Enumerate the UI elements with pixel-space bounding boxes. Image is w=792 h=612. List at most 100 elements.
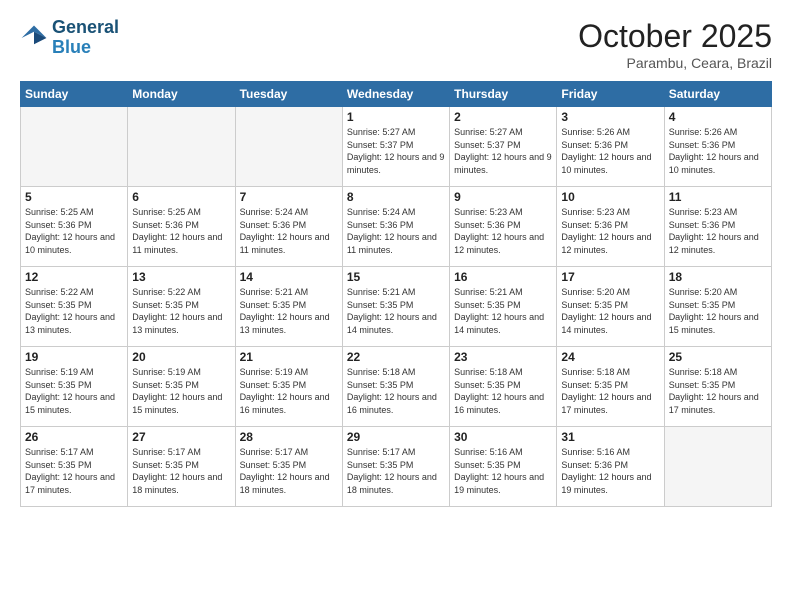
- calendar-cell: 3 Sunrise: 5:26 AMSunset: 5:36 PMDaylight…: [557, 107, 664, 187]
- day-number: 23: [454, 350, 552, 364]
- weekday-header-row: SundayMondayTuesdayWednesdayThursdayFrid…: [21, 82, 772, 107]
- logo-text: General Blue: [52, 18, 119, 58]
- day-number: 18: [669, 270, 767, 284]
- calendar-cell: [235, 107, 342, 187]
- day-number: 21: [240, 350, 338, 364]
- day-number: 15: [347, 270, 445, 284]
- cell-info: Sunrise: 5:18 AMSunset: 5:35 PMDaylight:…: [669, 366, 767, 416]
- weekday-header-saturday: Saturday: [664, 82, 771, 107]
- cell-info: Sunrise: 5:20 AMSunset: 5:35 PMDaylight:…: [561, 286, 659, 336]
- calendar-cell: 25 Sunrise: 5:18 AMSunset: 5:35 PMDayligh…: [664, 347, 771, 427]
- weekday-header-thursday: Thursday: [450, 82, 557, 107]
- day-number: 26: [25, 430, 123, 444]
- cell-info: Sunrise: 5:22 AMSunset: 5:35 PMDaylight:…: [132, 286, 230, 336]
- calendar-cell: 5 Sunrise: 5:25 AMSunset: 5:36 PMDaylight…: [21, 187, 128, 267]
- calendar-cell: 26 Sunrise: 5:17 AMSunset: 5:35 PMDayligh…: [21, 427, 128, 507]
- calendar-cell: 30Sunrise: 5:16 AMSunset: 5:35 PMDayligh…: [450, 427, 557, 507]
- calendar-cell: 12 Sunrise: 5:22 AMSunset: 5:35 PMDayligh…: [21, 267, 128, 347]
- day-number: 19: [25, 350, 123, 364]
- day-number: 17: [561, 270, 659, 284]
- calendar-week-5: 26 Sunrise: 5:17 AMSunset: 5:35 PMDayligh…: [21, 427, 772, 507]
- calendar-week-3: 12 Sunrise: 5:22 AMSunset: 5:35 PMDayligh…: [21, 267, 772, 347]
- day-number: 8: [347, 190, 445, 204]
- day-number: 2: [454, 110, 552, 124]
- cell-info: Sunrise: 5:16 AMSunset: 5:36 PMDaylight:…: [561, 446, 659, 496]
- cell-info: Sunrise: 5:26 AMSunset: 5:36 PMDaylight:…: [561, 126, 659, 176]
- cell-info: Sunrise: 5:19 AMSunset: 5:35 PMDaylight:…: [25, 366, 123, 416]
- day-number: 3: [561, 110, 659, 124]
- calendar-cell: 24Sunrise: 5:18 AMSunset: 5:35 PMDayligh…: [557, 347, 664, 427]
- cell-info: Sunrise: 5:21 AMSunset: 5:35 PMDaylight:…: [240, 286, 338, 336]
- calendar-cell: 20 Sunrise: 5:19 AMSunset: 5:35 PMDayligh…: [128, 347, 235, 427]
- calendar-cell: 21 Sunrise: 5:19 AMSunset: 5:35 PMDayligh…: [235, 347, 342, 427]
- logo-icon: [20, 24, 48, 52]
- day-number: 4: [669, 110, 767, 124]
- day-number: 13: [132, 270, 230, 284]
- day-number: 16: [454, 270, 552, 284]
- cell-info: Sunrise: 5:19 AMSunset: 5:35 PMDaylight:…: [240, 366, 338, 416]
- calendar-cell: 14Sunrise: 5:21 AMSunset: 5:35 PMDayligh…: [235, 267, 342, 347]
- day-number: 29: [347, 430, 445, 444]
- cell-info: Sunrise: 5:17 AMSunset: 5:35 PMDaylight:…: [240, 446, 338, 496]
- calendar-cell: 13 Sunrise: 5:22 AMSunset: 5:35 PMDayligh…: [128, 267, 235, 347]
- cell-info: Sunrise: 5:27 AMSunset: 5:37 PMDaylight:…: [454, 126, 552, 176]
- day-number: 5: [25, 190, 123, 204]
- weekday-header-friday: Friday: [557, 82, 664, 107]
- cell-info: Sunrise: 5:20 AMSunset: 5:35 PMDaylight:…: [669, 286, 767, 336]
- cell-info: Sunrise: 5:17 AMSunset: 5:35 PMDaylight:…: [132, 446, 230, 496]
- calendar-cell: 15 Sunrise: 5:21 AMSunset: 5:35 PMDayligh…: [342, 267, 449, 347]
- weekday-header-wednesday: Wednesday: [342, 82, 449, 107]
- day-number: 20: [132, 350, 230, 364]
- cell-info: Sunrise: 5:27 AMSunset: 5:37 PMDaylight:…: [347, 126, 445, 176]
- calendar-cell: 8 Sunrise: 5:24 AMSunset: 5:36 PMDaylight…: [342, 187, 449, 267]
- calendar-cell: 6Sunrise: 5:25 AMSunset: 5:36 PMDaylight…: [128, 187, 235, 267]
- calendar-cell: 16 Sunrise: 5:21 AMSunset: 5:35 PMDayligh…: [450, 267, 557, 347]
- day-number: 27: [132, 430, 230, 444]
- header: General Blue October 2025 Parambu, Ceara…: [20, 18, 772, 71]
- month-title: October 2025: [578, 18, 772, 55]
- calendar-cell: 23Sunrise: 5:18 AMSunset: 5:35 PMDayligh…: [450, 347, 557, 427]
- weekday-header-monday: Monday: [128, 82, 235, 107]
- weekday-header-tuesday: Tuesday: [235, 82, 342, 107]
- calendar-cell: [128, 107, 235, 187]
- cell-info: Sunrise: 5:25 AMSunset: 5:36 PMDaylight:…: [25, 206, 123, 256]
- calendar-cell: 1Sunrise: 5:27 AMSunset: 5:37 PMDaylight…: [342, 107, 449, 187]
- day-number: 22: [347, 350, 445, 364]
- cell-info: Sunrise: 5:25 AMSunset: 5:36 PMDaylight:…: [132, 206, 230, 256]
- day-number: 25: [669, 350, 767, 364]
- calendar-cell: 28 Sunrise: 5:17 AMSunset: 5:35 PMDayligh…: [235, 427, 342, 507]
- cell-info: Sunrise: 5:24 AMSunset: 5:36 PMDaylight:…: [347, 206, 445, 256]
- location: Parambu, Ceara, Brazil: [578, 55, 772, 71]
- calendar-cell: [664, 427, 771, 507]
- day-number: 11: [669, 190, 767, 204]
- cell-info: Sunrise: 5:21 AMSunset: 5:35 PMDaylight:…: [347, 286, 445, 336]
- calendar-table: SundayMondayTuesdayWednesdayThursdayFrid…: [20, 81, 772, 507]
- page: General Blue October 2025 Parambu, Ceara…: [0, 0, 792, 612]
- cell-info: Sunrise: 5:19 AMSunset: 5:35 PMDaylight:…: [132, 366, 230, 416]
- calendar-cell: 27 Sunrise: 5:17 AMSunset: 5:35 PMDayligh…: [128, 427, 235, 507]
- calendar-cell: 17 Sunrise: 5:20 AMSunset: 5:35 PMDayligh…: [557, 267, 664, 347]
- calendar-week-4: 19 Sunrise: 5:19 AMSunset: 5:35 PMDayligh…: [21, 347, 772, 427]
- calendar-cell: 7Sunrise: 5:24 AMSunset: 5:36 PMDaylight…: [235, 187, 342, 267]
- cell-info: Sunrise: 5:22 AMSunset: 5:35 PMDaylight:…: [25, 286, 123, 336]
- calendar-cell: 19 Sunrise: 5:19 AMSunset: 5:35 PMDayligh…: [21, 347, 128, 427]
- cell-info: Sunrise: 5:18 AMSunset: 5:35 PMDaylight:…: [347, 366, 445, 416]
- cell-info: Sunrise: 5:26 AMSunset: 5:36 PMDaylight:…: [669, 126, 767, 176]
- calendar-cell: 4 Sunrise: 5:26 AMSunset: 5:36 PMDaylight…: [664, 107, 771, 187]
- calendar-cell: 2 Sunrise: 5:27 AMSunset: 5:37 PMDaylight…: [450, 107, 557, 187]
- cell-info: Sunrise: 5:21 AMSunset: 5:35 PMDaylight:…: [454, 286, 552, 336]
- cell-info: Sunrise: 5:17 AMSunset: 5:35 PMDaylight:…: [25, 446, 123, 496]
- title-block: October 2025 Parambu, Ceara, Brazil: [578, 18, 772, 71]
- calendar-cell: 29Sunrise: 5:17 AMSunset: 5:35 PMDayligh…: [342, 427, 449, 507]
- cell-info: Sunrise: 5:23 AMSunset: 5:36 PMDaylight:…: [669, 206, 767, 256]
- cell-info: Sunrise: 5:16 AMSunset: 5:35 PMDaylight:…: [454, 446, 552, 496]
- calendar-cell: [21, 107, 128, 187]
- day-number: 10: [561, 190, 659, 204]
- day-number: 12: [25, 270, 123, 284]
- calendar-cell: 10Sunrise: 5:23 AMSunset: 5:36 PMDayligh…: [557, 187, 664, 267]
- calendar-cell: 9Sunrise: 5:23 AMSunset: 5:36 PMDaylight…: [450, 187, 557, 267]
- day-number: 28: [240, 430, 338, 444]
- logo: General Blue: [20, 18, 119, 58]
- cell-info: Sunrise: 5:24 AMSunset: 5:36 PMDaylight:…: [240, 206, 338, 256]
- cell-info: Sunrise: 5:18 AMSunset: 5:35 PMDaylight:…: [561, 366, 659, 416]
